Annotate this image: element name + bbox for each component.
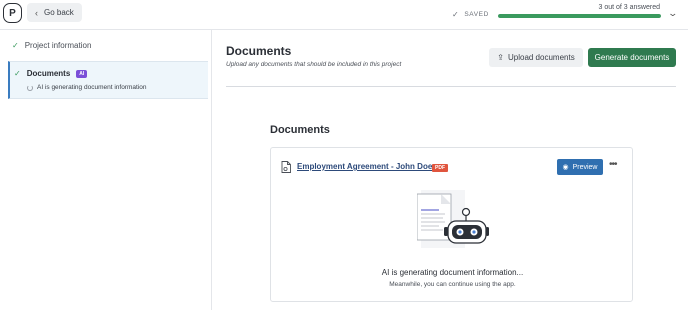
progress-bar (498, 14, 661, 18)
document-card: Employment Agreement - John Doe PDF ◉ Pr… (270, 147, 633, 302)
upload-documents-label: Upload documents (507, 53, 575, 62)
logo-letter: P (9, 7, 16, 19)
upload-documents-button[interactable]: ⇪ Upload documents (489, 48, 583, 67)
document-name-link[interactable]: Employment Agreement - John Doe (297, 162, 432, 171)
generating-title: AI is generating document information... (381, 268, 524, 277)
generating-subtitle: Meanwhile, you can continue using the ap… (389, 281, 516, 288)
loading-spinner-icon (27, 84, 33, 91)
top-bar: P ‹ Go back ✓ SAVED 3 out of 3 answered … (0, 0, 688, 30)
more-options-button[interactable]: ••• (609, 159, 617, 170)
chevron-down-icon[interactable]: ⌄ (667, 8, 678, 19)
app-logo[interactable]: P (3, 3, 22, 23)
check-icon: ✓ (12, 41, 19, 50)
divider (226, 86, 676, 87)
sidebar-item-project-information[interactable]: ✓ Project information (12, 41, 91, 50)
sidebar-item-label: Project information (24, 41, 92, 50)
section-title: Documents (270, 124, 330, 136)
go-back-button[interactable]: ‹ Go back (27, 3, 82, 22)
eye-icon: ◉ (562, 164, 569, 171)
page-title: Documents (226, 44, 292, 58)
sidebar: ✓ Project information ✓ Documents AI AI … (0, 30, 212, 310)
generate-documents-button[interactable]: Generate documents (588, 48, 676, 67)
check-icon: ✓ (452, 10, 460, 19)
preview-button[interactable]: ◉ Preview (557, 159, 603, 175)
check-icon: ✓ (14, 69, 21, 78)
chevron-left-icon: ‹ (35, 7, 38, 18)
ai-robot-illustration (417, 190, 489, 248)
preview-label: Preview (572, 163, 598, 171)
sidebar-item-documents[interactable]: ✓ Documents AI AI is generating document… (8, 61, 208, 99)
sidebar-item-status: AI is generating document information (37, 84, 147, 91)
generate-documents-label: Generate documents (594, 53, 670, 62)
document-icon (281, 161, 291, 173)
saved-status: ✓ SAVED (452, 10, 489, 19)
progress-label: 3 out of 3 answered (598, 4, 661, 11)
ai-badge: AI (76, 69, 88, 78)
upload-cloud-icon: ⇪ (497, 53, 504, 62)
saved-label: SAVED (464, 11, 489, 18)
page-subtitle: Upload any documents that should be incl… (226, 61, 402, 68)
pdf-badge: PDF (432, 164, 448, 172)
sidebar-item-label: Documents (26, 69, 71, 78)
go-back-label: Go back (44, 8, 74, 17)
progress-fill (498, 14, 661, 18)
